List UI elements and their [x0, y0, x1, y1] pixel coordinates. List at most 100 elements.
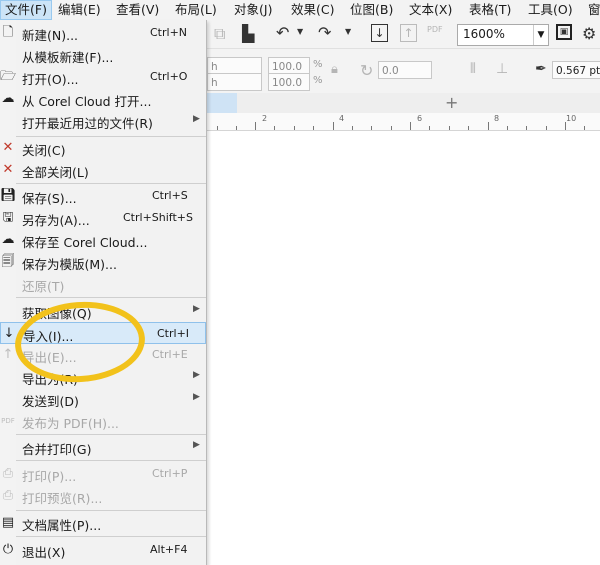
redo-dropdown-icon[interactable]: ▼: [345, 27, 351, 36]
rotation-angle-field[interactable]: 0.0: [378, 61, 432, 79]
menu-tools[interactable]: 工具(O): [524, 0, 577, 20]
menu-item-shortcut: Ctrl+N: [150, 26, 188, 39]
ruler-tick: [217, 126, 218, 130]
ruler-tick: [313, 126, 314, 130]
menu-item-merge-print[interactable]: 合并打印(G) ▶: [0, 436, 206, 458]
menu-item-print[interactable]: ⎙ 打印(P)... Ctrl+P: [0, 463, 206, 485]
menu-item-publish-pdf[interactable]: PDF 发布为 PDF(H)...: [0, 410, 206, 432]
ruler-tick: [255, 122, 256, 130]
export-toolbar-icon[interactable]: ↑: [400, 24, 417, 42]
menu-item-open-recent[interactable]: 打开最近用过的文件(R) ▶: [0, 110, 206, 132]
outline-width-field[interactable]: 0.567 pt: [552, 61, 600, 79]
menu-item-save-as[interactable]: 🖫︎ 另存为(A)... Ctrl+Shift+S: [0, 207, 206, 229]
full-screen-icon[interactable]: ▣: [556, 24, 572, 40]
outline-pen-icon: ✒: [535, 61, 547, 77]
ruler-tick-label: 2: [262, 114, 268, 123]
menu-item-open[interactable]: 🗁︎ 打开(O)... Ctrl+O: [0, 66, 206, 88]
undo-dropdown-icon[interactable]: ▼: [297, 27, 303, 36]
save-icon: 💾︎: [0, 188, 17, 203]
menu-item-label: 退出(X): [22, 545, 66, 560]
menu-separator: [16, 510, 206, 511]
menu-item-label: 打印(P)...: [22, 469, 77, 484]
menu-bar: 文件(F) 编辑(E) 查看(V) 布局(L) 对象(J) 效果(C) 位图(B…: [0, 0, 600, 21]
menu-item-document-properties[interactable]: ▤ 文档属性(P)...: [0, 512, 206, 534]
document-tab-bar: +: [207, 93, 600, 113]
menu-item-label: 打开(O)...: [22, 72, 79, 87]
menu-item-new-from-template[interactable]: 从模板新建(F)...: [0, 44, 206, 66]
ruler-tick: [565, 122, 566, 130]
menu-item-close-all[interactable]: ✕ 全部关闭(L): [0, 159, 206, 181]
horizontal-ruler[interactable]: 2 4 6 8 10: [207, 113, 600, 131]
menu-item-shortcut: Ctrl+I: [157, 327, 190, 340]
menu-item-label: 全部关闭(L): [22, 165, 89, 180]
ruler-tick: [352, 126, 353, 130]
menu-item-shortcut: Ctrl+E: [152, 348, 188, 361]
menu-item-shortcut: Ctrl+Shift+S: [123, 211, 193, 224]
menu-item-print-preview[interactable]: ⎙ 打印预览(R)...: [0, 485, 206, 507]
new-document-icon: 🗋︎: [2, 25, 14, 40]
ruler-tick: [391, 126, 392, 130]
menu-item-new[interactable]: 🗋︎ 新建(N)... Ctrl+N: [0, 22, 206, 44]
menu-view[interactable]: 查看(V): [112, 0, 163, 20]
menu-effects[interactable]: 效果(C): [287, 0, 338, 20]
percent-unit: %: [313, 59, 323, 70]
copy-icon[interactable]: ⧉: [214, 24, 225, 44]
template-icon: [0, 46, 16, 64]
menu-item-save-as-template[interactable]: 🗐︎ 保存为模版(M)...: [0, 251, 206, 273]
menu-file[interactable]: 文件(F): [0, 0, 52, 20]
drawing-canvas[interactable]: [207, 131, 600, 565]
menu-edit[interactable]: 编辑(E): [54, 0, 105, 20]
options-icon[interactable]: ⚙: [582, 24, 596, 43]
menu-item-open-from-cloud[interactable]: ☁ 从 Corel Cloud 打开...: [0, 88, 206, 110]
menu-item-label: 打开最近用过的文件(R): [22, 116, 153, 131]
zoom-level-select[interactable]: 1600% ▼: [457, 24, 549, 46]
menu-item-send-to[interactable]: 发送到(D) ▶: [0, 388, 206, 410]
file-menu-dropdown: 🗋︎ 新建(N)... Ctrl+N 从模板新建(F)... 🗁︎ 打开(O).…: [0, 20, 207, 565]
save-as-icon: 🖫︎: [2, 210, 14, 225]
ruler-tick: [274, 126, 275, 130]
publish-pdf-toolbar-icon[interactable]: PDF: [427, 25, 443, 34]
menu-table[interactable]: 表格(T): [465, 0, 515, 20]
ruler-tick: [371, 126, 372, 130]
ruler-tick: [429, 126, 430, 130]
menu-item-revert[interactable]: 还原(T): [0, 273, 206, 295]
menu-separator: [16, 536, 206, 537]
power-icon: ⏻: [2, 542, 14, 557]
menu-separator: [16, 460, 206, 461]
menu-item-close[interactable]: ✕ 关闭(C): [0, 137, 206, 159]
menu-item-label: 保存为模版(M)...: [22, 257, 117, 272]
ruler-tick: [333, 122, 334, 130]
menu-item-label: 关闭(C): [22, 143, 66, 158]
menu-item-save-to-cloud[interactable]: ☁ 保存至 Corel Cloud...: [0, 229, 206, 251]
chevron-down-icon[interactable]: ▼: [533, 25, 548, 45]
scale-y-field[interactable]: 100.0: [268, 73, 310, 91]
ruler-tick: [468, 126, 469, 130]
ruler-tick: [507, 126, 508, 130]
menu-text[interactable]: 文本(X): [405, 0, 456, 20]
menu-item-label: 从 Corel Cloud 打开...: [22, 94, 152, 109]
cloud-upload-icon: ☁: [1, 232, 15, 247]
menu-item-save[interactable]: 💾︎ 保存(S)... Ctrl+S: [0, 185, 206, 207]
import-toolbar-icon[interactable]: ↓: [371, 24, 388, 42]
menu-item-exit[interactable]: ⏻ 退出(X) Alt+F4: [0, 539, 206, 561]
menu-layout[interactable]: 布局(L): [171, 0, 221, 20]
mirror-horizontal-icon[interactable]: ⫴: [470, 61, 476, 77]
mirror-vertical-icon[interactable]: ⊥: [496, 61, 508, 77]
ruler-tick: [236, 126, 237, 130]
ruler-tick: [294, 126, 295, 130]
lock-ratio-icon[interactable]: 🔒︎: [331, 62, 338, 77]
pdf-icon: PDF: [1, 417, 15, 425]
add-tab-icon[interactable]: +: [445, 94, 458, 112]
redo-icon[interactable]: ↷: [318, 23, 331, 42]
menu-window[interactable]: 窗: [584, 0, 600, 20]
object-height-field[interactable]: h: [207, 73, 262, 91]
document-tab[interactable]: [207, 93, 237, 113]
menu-item-label: 保存至 Corel Cloud...: [22, 235, 148, 250]
menu-item-label: 保存(S)...: [22, 191, 77, 206]
menu-object[interactable]: 对象(J): [230, 0, 276, 20]
menu-item-label: 发送到(D): [22, 394, 79, 409]
paste-icon[interactable]: ▙: [242, 24, 254, 43]
undo-icon[interactable]: ↶: [276, 23, 289, 42]
menu-bitmaps[interactable]: 位图(B): [346, 0, 397, 20]
ruler-tick-label: 6: [417, 114, 423, 123]
